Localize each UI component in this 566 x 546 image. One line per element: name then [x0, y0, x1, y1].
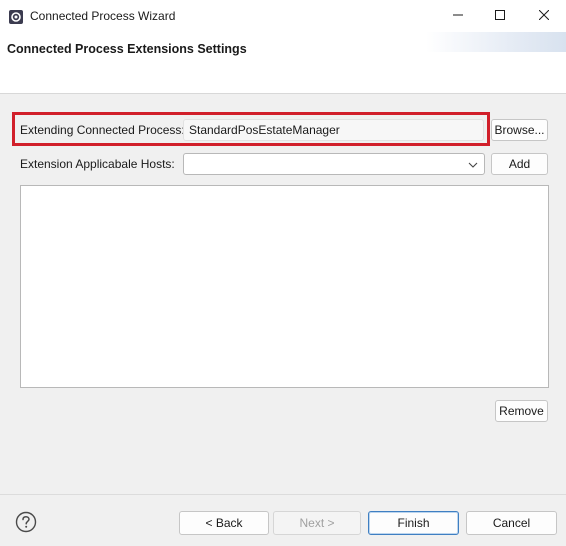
remove-button[interactable]: Remove [495, 400, 548, 422]
help-icon[interactable] [15, 511, 37, 533]
wizard-content: Extending Connected Process: StandardPos… [0, 95, 566, 495]
maximize-button[interactable] [478, 0, 522, 32]
close-icon [538, 9, 550, 23]
finish-button[interactable]: Finish [368, 511, 459, 535]
hosts-list[interactable] [20, 185, 549, 388]
close-button[interactable] [522, 0, 566, 32]
hosts-combo[interactable] [183, 153, 485, 175]
add-host-button[interactable]: Add [491, 153, 548, 175]
maximize-icon [495, 9, 505, 23]
minimize-button[interactable] [436, 0, 480, 32]
footer-separator [0, 494, 566, 495]
extending-process-field[interactable]: StandardPosEstateManager [183, 119, 484, 141]
app-icon [8, 9, 24, 25]
browse-button[interactable]: Browse... [491, 119, 548, 141]
back-button[interactable]: < Back [179, 511, 269, 535]
title-bar: Connected Process Wizard [0, 0, 566, 32]
chevron-down-icon [468, 159, 478, 169]
header-decoration [426, 32, 566, 52]
hosts-label: Extension Applicabale Hosts: [20, 157, 175, 171]
page-title: Connected Process Extensions Settings [7, 42, 247, 56]
minimize-icon [453, 9, 463, 23]
wizard-header: Connected Process Extensions Settings [0, 32, 566, 94]
extending-process-label: Extending Connected Process: [20, 123, 185, 137]
window-title: Connected Process Wizard [30, 9, 176, 23]
next-button[interactable]: Next > [273, 511, 361, 535]
cancel-button[interactable]: Cancel [466, 511, 557, 535]
